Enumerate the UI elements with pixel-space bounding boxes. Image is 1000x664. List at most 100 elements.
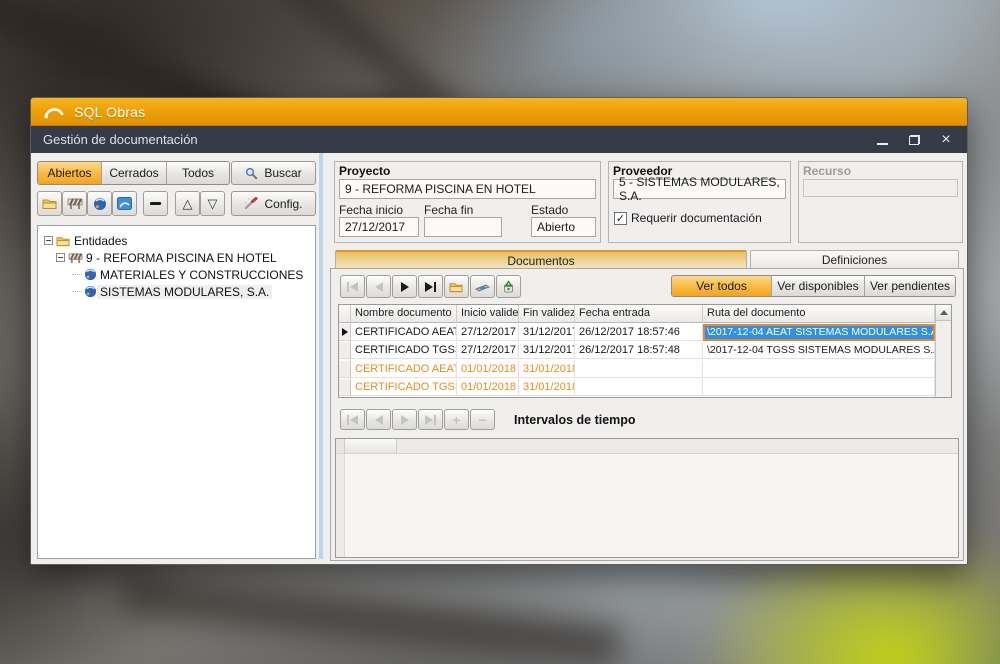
- buscar-button[interactable]: Buscar: [231, 161, 316, 185]
- cell-nombre[interactable]: CERTIFICADO AEAT: [351, 324, 457, 341]
- requerir-documentacion-checkbox[interactable]: ✓ Requerir documentación: [614, 211, 762, 225]
- row-selector[interactable]: [339, 342, 351, 359]
- tree-item-label[interactable]: SISTEMAS MODULARES, S.A.: [97, 285, 272, 299]
- recycle-bin-icon: [502, 280, 515, 293]
- last-record-button[interactable]: [418, 275, 443, 298]
- cell-fin[interactable]: 31/12/2017: [519, 342, 575, 359]
- tab-abiertos[interactable]: Abiertos: [38, 162, 102, 184]
- move-down-button[interactable]: ▽: [200, 191, 225, 216]
- scroll-up-button[interactable]: [936, 305, 951, 321]
- app-window: SQL Obras Gestión de documentación × Abi…: [30, 97, 968, 565]
- first-icon: [347, 282, 349, 292]
- intervals-add-button[interactable]: +: [444, 409, 469, 430]
- tree-item-entidades[interactable]: Entidades: [38, 232, 315, 249]
- tree-item-proyecto[interactable]: 9 - REFORMA PISCINA EN HOTEL: [38, 249, 315, 266]
- tab-todos[interactable]: Todos: [167, 162, 229, 184]
- cell-inicio[interactable]: 01/01/2018: [457, 379, 519, 396]
- eject-up-icon: △: [183, 196, 193, 212]
- scan-document-button[interactable]: [470, 275, 495, 298]
- minimize-icon: [877, 143, 888, 145]
- col-ruta-documento[interactable]: Ruta del documento: [703, 305, 935, 323]
- cell-ruta[interactable]: [703, 379, 935, 396]
- col-nombre-documento[interactable]: Nombre documento: [351, 305, 457, 323]
- minimize-button[interactable]: [873, 132, 891, 148]
- collapse-button[interactable]: [143, 191, 168, 216]
- tree-item-proveedor-1[interactable]: MATERIALES Y CONSTRUCCIONES: [38, 266, 315, 283]
- proveedor-field[interactable]: 5 - SISTEMAS MODULARES, S.A.: [613, 179, 786, 199]
- cell-nombre[interactable]: CERTIFICADO AEAT: [351, 361, 457, 378]
- ver-disponibles-button[interactable]: Ver disponibles: [772, 276, 865, 296]
- proyecto-title: Proyecto: [339, 164, 390, 178]
- tab-documentos[interactable]: Documentos: [335, 250, 747, 269]
- col-fecha-entrada[interactable]: Fecha entrada: [575, 305, 703, 323]
- fecha-inicio-field[interactable]: 27/12/2017: [339, 217, 419, 237]
- delete-document-button[interactable]: [496, 275, 521, 298]
- open-folder-button[interactable]: [37, 191, 62, 216]
- intervals-first-button[interactable]: [340, 409, 365, 430]
- cell-ruta[interactable]: [703, 361, 935, 378]
- cell-inicio[interactable]: 27/12/2017: [457, 342, 519, 359]
- cell-entrada[interactable]: [575, 379, 703, 396]
- cell-nombre[interactable]: CERTIFICADO TGSS: [351, 379, 457, 396]
- intervals-column-header[interactable]: [345, 439, 397, 453]
- app-logo-icon: [43, 105, 65, 119]
- collapse-expander-icon[interactable]: [44, 236, 53, 245]
- first-icon: [347, 415, 349, 425]
- window-controls: ×: [873, 132, 955, 148]
- cell-fin[interactable]: 31/12/2017: [519, 324, 575, 341]
- tab-cerrados[interactable]: Cerrados: [102, 162, 167, 184]
- cell-entrada[interactable]: 26/12/2017 18:57:46: [575, 324, 703, 341]
- config-button[interactable]: Config.: [231, 191, 316, 216]
- cell-fin[interactable]: 31/01/2018: [519, 379, 575, 396]
- globe-icon: [84, 285, 97, 298]
- cell-ruta[interactable]: \2017-12-04 TGSS SISTEMAS MODULARES S.A.…: [703, 342, 935, 359]
- tree-item-proveedor-2[interactable]: SISTEMAS MODULARES, S.A.: [38, 283, 315, 300]
- cell-inicio[interactable]: 01/01/2018: [457, 361, 519, 378]
- minus-icon: −: [478, 412, 486, 428]
- projects-button[interactable]: [62, 191, 87, 216]
- row-selector[interactable]: [339, 324, 351, 341]
- fecha-fin-field[interactable]: [424, 217, 502, 237]
- open-document-button[interactable]: [444, 275, 469, 298]
- table-vertical-scrollbar[interactable]: [935, 305, 951, 397]
- collapse-expander-icon[interactable]: [56, 253, 65, 262]
- tree-item-label[interactable]: MATERIALES Y CONSTRUCCIONES: [97, 268, 306, 282]
- intervals-next-button[interactable]: [392, 409, 417, 430]
- row-selector[interactable]: [339, 379, 351, 396]
- cell-entrada[interactable]: [575, 361, 703, 378]
- tab-definiciones[interactable]: Definiciones: [750, 250, 959, 269]
- window-content: Abiertos Cerrados Todos Buscar: [31, 153, 967, 565]
- next-record-button[interactable]: [392, 275, 417, 298]
- ver-pendientes-button[interactable]: Ver pendientes: [865, 276, 955, 296]
- intervals-last-button[interactable]: [418, 409, 443, 430]
- col-fin-validez[interactable]: Fin validez: [519, 305, 575, 323]
- intervals-remove-button[interactable]: −: [470, 409, 495, 430]
- providers-button[interactable]: [87, 191, 112, 216]
- ver-todos-button[interactable]: Ver todos: [672, 276, 772, 296]
- close-button[interactable]: ×: [937, 132, 955, 148]
- cell-fin[interactable]: 31/01/2018: [519, 361, 575, 378]
- cell-ruta-selected[interactable]: \2017-12-04 AEAT SISTEMAS MODULARES S.A.…: [703, 324, 935, 341]
- proyecto-field[interactable]: 9 - REFORMA PISCINA EN HOTEL: [339, 179, 596, 199]
- close-icon: ×: [941, 132, 950, 148]
- documents-grid: Nombre documento Inicio validez Fin vali…: [339, 305, 935, 397]
- cell-inicio[interactable]: 27/12/2017: [457, 324, 519, 341]
- last-icon: [434, 415, 436, 425]
- estado-label: Estado: [531, 203, 568, 217]
- sqlobras-button[interactable]: [112, 191, 137, 216]
- intervals-previous-button[interactable]: [366, 409, 391, 430]
- move-up-button[interactable]: △: [175, 191, 200, 216]
- globe-icon: [93, 197, 107, 211]
- col-inicio-validez[interactable]: Inicio validez: [457, 305, 519, 323]
- cell-nombre[interactable]: CERTIFICADO TGSS: [351, 342, 457, 359]
- restore-button[interactable]: [905, 132, 923, 148]
- tree-item-label[interactable]: Entidades: [71, 234, 130, 248]
- cell-entrada[interactable]: 26/12/2017 18:57:48: [575, 342, 703, 359]
- first-record-button[interactable]: [340, 275, 365, 298]
- tree-item-label[interactable]: 9 - REFORMA PISCINA EN HOTEL: [83, 251, 280, 265]
- panel-splitter[interactable]: [319, 153, 323, 559]
- row-selector[interactable]: [339, 361, 351, 378]
- intervals-indicator-header: [336, 439, 345, 453]
- previous-record-button[interactable]: [366, 275, 391, 298]
- estado-field[interactable]: Abierto: [531, 217, 596, 237]
